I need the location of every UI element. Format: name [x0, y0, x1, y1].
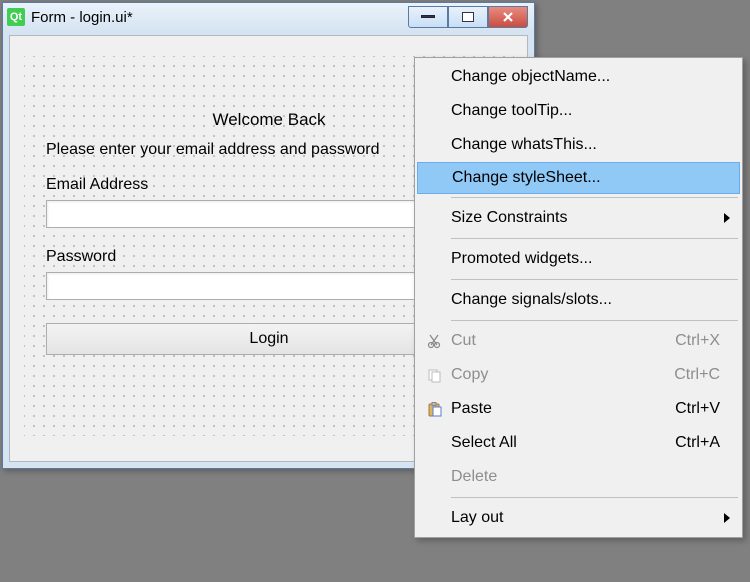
- menu-item-label: Lay out: [451, 509, 503, 527]
- menu-item-label: Size Constraints: [451, 209, 568, 227]
- menu-item-delete: Delete: [417, 460, 740, 494]
- menu-item-change-objectname[interactable]: Change objectName...: [417, 60, 740, 94]
- menu-shortcut: Ctrl+X: [675, 332, 720, 350]
- menu-separator: [451, 320, 738, 321]
- cut-icon: [425, 332, 443, 350]
- menu-separator: [451, 279, 738, 280]
- menu-shortcut: Ctrl+A: [675, 434, 720, 452]
- menu-item-change-tooltip[interactable]: Change toolTip...: [417, 94, 740, 128]
- menu-shortcut: Ctrl+C: [674, 366, 720, 384]
- paste-icon: [425, 400, 443, 418]
- menu-item-copy: Copy Ctrl+C: [417, 358, 740, 392]
- login-button-label: Login: [249, 330, 288, 347]
- menu-item-promoted-widgets[interactable]: Promoted widgets...: [417, 242, 740, 276]
- menu-item-change-stylesheet[interactable]: Change styleSheet...: [417, 162, 740, 194]
- close-button[interactable]: [488, 6, 528, 28]
- menu-item-label: Select All: [451, 434, 517, 452]
- menu-item-label: Change styleSheet...: [452, 169, 601, 187]
- maximize-button[interactable]: [448, 6, 488, 28]
- menu-item-label: Promoted widgets...: [451, 250, 592, 268]
- menu-item-cut: Cut Ctrl+X: [417, 324, 740, 358]
- menu-item-change-whatsthis[interactable]: Change whatsThis...: [417, 128, 740, 162]
- menu-item-label: Change objectName...: [451, 68, 610, 86]
- menu-separator: [451, 497, 738, 498]
- instruction-text: Please enter your email address and pass…: [46, 141, 380, 159]
- menu-shortcut: Ctrl+V: [675, 400, 720, 418]
- password-label: Password: [46, 248, 116, 266]
- submenu-arrow-icon: [724, 213, 730, 223]
- context-menu[interactable]: Change objectName... Change toolTip... Cha…: [414, 57, 743, 538]
- menu-item-label: Change signals/slots...: [451, 291, 612, 309]
- menu-separator: [451, 197, 738, 198]
- titlebar[interactable]: Qt Form - login.ui*: [3, 3, 534, 31]
- menu-item-paste[interactable]: Paste Ctrl+V: [417, 392, 740, 426]
- close-icon: [501, 10, 515, 24]
- menu-item-label: Copy: [451, 366, 488, 384]
- menu-item-label: Change whatsThis...: [451, 136, 597, 154]
- menu-item-change-signals-slots[interactable]: Change signals/slots...: [417, 283, 740, 317]
- minimize-button[interactable]: [408, 6, 448, 28]
- menu-item-label: Paste: [451, 400, 492, 418]
- submenu-arrow-icon: [724, 513, 730, 523]
- window-title: Form - login.ui*: [31, 9, 133, 26]
- menu-item-label: Cut: [451, 332, 476, 350]
- menu-item-label: Delete: [451, 468, 497, 486]
- menu-item-select-all[interactable]: Select All Ctrl+A: [417, 426, 740, 460]
- menu-item-lay-out[interactable]: Lay out: [417, 501, 740, 535]
- copy-icon: [425, 366, 443, 384]
- window-controls: [408, 7, 534, 28]
- email-label: Email Address: [46, 176, 148, 194]
- menu-item-label: Change toolTip...: [451, 102, 572, 120]
- menu-item-size-constraints[interactable]: Size Constraints: [417, 201, 740, 235]
- qt-logo-icon: Qt: [7, 8, 25, 26]
- menu-separator: [451, 238, 738, 239]
